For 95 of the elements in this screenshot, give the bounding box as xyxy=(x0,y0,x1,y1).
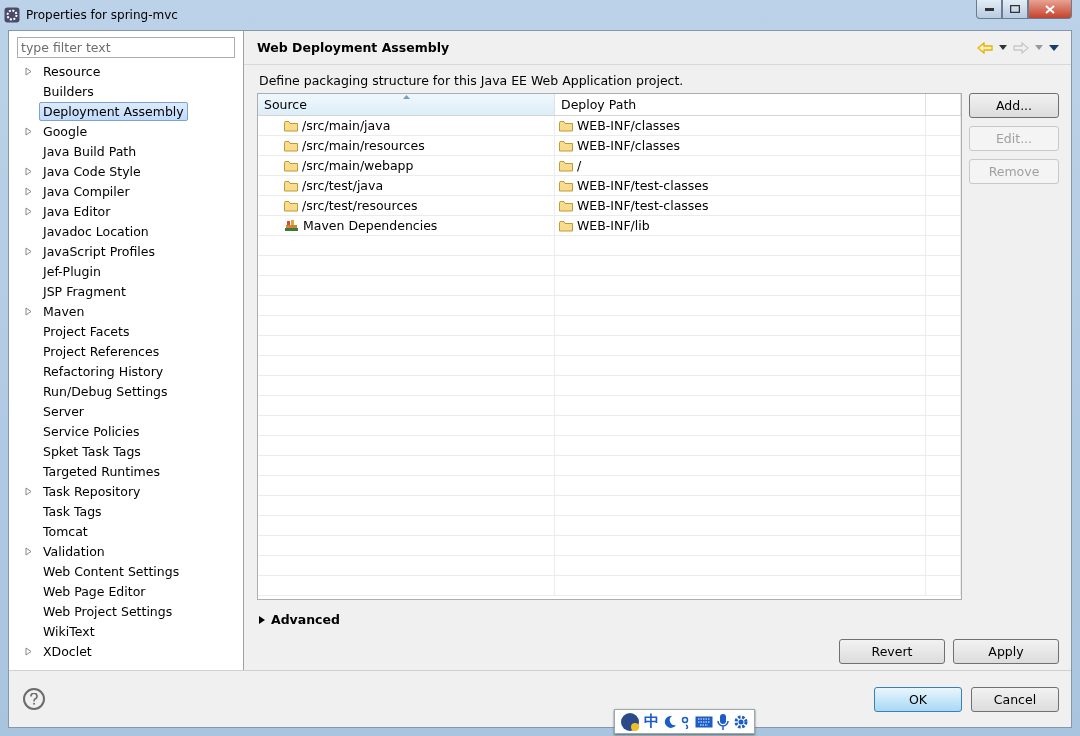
tree-item[interactable]: Service Policies xyxy=(39,421,144,441)
folder-icon xyxy=(559,159,573,172)
deploy-path-cell: WEB-INF/test-classes xyxy=(577,178,709,193)
tree-item[interactable]: Javadoc Location xyxy=(39,221,153,241)
expand-triangle-icon[interactable] xyxy=(24,486,32,496)
expand-triangle-icon[interactable] xyxy=(24,306,32,316)
tree-item[interactable]: Targeted Runtimes xyxy=(39,461,164,481)
column-header[interactable]: Source xyxy=(258,94,555,115)
keyboard-icon[interactable] xyxy=(695,715,713,728)
microphone-icon[interactable] xyxy=(717,713,729,730)
ime-logo-icon[interactable] xyxy=(620,711,640,732)
tree-item[interactable]: Run/Debug Settings xyxy=(39,381,172,401)
expand-triangle-icon xyxy=(259,615,265,624)
page-title: Web Deployment Assembly xyxy=(257,40,450,55)
library-books-icon xyxy=(284,219,299,232)
tree-item[interactable]: Java Build Path xyxy=(39,141,141,161)
menu-caret-icon[interactable] xyxy=(1049,44,1059,51)
source-cell: /src/main/java xyxy=(302,118,391,133)
tree-item[interactable]: XDoclet xyxy=(39,641,96,661)
tree-item[interactable]: Web Page Editor xyxy=(39,581,150,601)
tree-item[interactable]: Validation xyxy=(39,541,109,561)
expand-triangle-icon[interactable] xyxy=(24,546,32,556)
dialog-button[interactable]: Cancel xyxy=(971,686,1059,712)
expand-triangle-icon[interactable] xyxy=(24,206,32,216)
tree-item[interactable]: Project References xyxy=(39,341,164,361)
filter-field[interactable]: type filter text xyxy=(17,37,235,58)
expand-triangle-icon[interactable] xyxy=(24,646,32,656)
folder-icon xyxy=(284,159,298,172)
punctuation-icon[interactable] xyxy=(681,714,691,729)
tree-item[interactable]: Web Content Settings xyxy=(39,561,184,581)
tree-item[interactable]: WikiText xyxy=(39,621,99,641)
tree-item[interactable]: Maven xyxy=(39,301,89,321)
tree-item[interactable]: JavaScript Profiles xyxy=(39,241,159,261)
folder-icon xyxy=(559,139,573,152)
folder-icon xyxy=(559,179,573,192)
folder-icon xyxy=(284,119,298,132)
folder-icon xyxy=(559,199,573,212)
tree-item[interactable]: JSP Fragment xyxy=(39,281,130,301)
minimize-icon xyxy=(984,7,994,11)
window-title: Properties for spring-mvc xyxy=(26,8,178,22)
tree-item[interactable]: Task Tags xyxy=(39,501,106,521)
deploy-path-cell: WEB-INF/lib xyxy=(577,218,650,233)
page-button[interactable]: Revert xyxy=(839,639,945,664)
sort-arrow-icon xyxy=(403,95,410,99)
table-action-button[interactable]: Add... xyxy=(969,93,1059,118)
deploy-path-cell: WEB-INF/classes xyxy=(577,138,680,153)
moon-icon[interactable] xyxy=(663,714,677,729)
folder-icon xyxy=(284,139,298,152)
tree-item[interactable]: Web Project Settings xyxy=(39,601,177,621)
deploy-path-cell: WEB-INF/test-classes xyxy=(577,198,709,213)
source-cell: /src/test/resources xyxy=(302,198,418,213)
maximize-icon xyxy=(1010,5,1020,13)
tree-item[interactable]: Builders xyxy=(39,81,98,101)
expand-triangle-icon[interactable] xyxy=(24,126,32,136)
tree-item[interactable]: Tomcat xyxy=(39,521,92,541)
tree-item[interactable]: Resource xyxy=(39,61,105,81)
source-cell: /src/main/resources xyxy=(302,138,425,153)
maximize-button[interactable] xyxy=(1002,0,1028,19)
source-cell: /src/test/java xyxy=(302,178,384,193)
advanced-toggle[interactable]: Advanced xyxy=(259,612,340,627)
tree-item[interactable]: Google xyxy=(39,121,92,141)
page-button[interactable]: Apply xyxy=(953,639,1059,664)
close-icon xyxy=(1045,4,1055,14)
folder-icon xyxy=(284,179,298,192)
settings-icon[interactable] xyxy=(733,713,749,730)
help-icon[interactable] xyxy=(23,688,45,710)
dialog-button[interactable]: OK xyxy=(874,686,962,712)
tree-item[interactable]: Project Facets xyxy=(39,321,134,341)
ime-mode-toggle[interactable]: 中 xyxy=(644,712,659,731)
tree-item[interactable]: Refactoring History xyxy=(39,361,168,381)
tree-item[interactable]: Task Repository xyxy=(39,481,145,501)
expand-triangle-icon[interactable] xyxy=(24,186,32,196)
deploy-path-cell: / xyxy=(577,158,582,173)
dropdown-caret-icon[interactable] xyxy=(999,45,1007,50)
app-gear-icon xyxy=(4,7,20,23)
tree-item[interactable]: Java Editor xyxy=(39,201,115,221)
deploy-path-cell: WEB-INF/classes xyxy=(577,118,680,133)
tree-item[interactable]: Jef-Plugin xyxy=(39,261,105,281)
expand-triangle-icon[interactable] xyxy=(24,66,32,76)
description-text: Define packaging structure for this Java EE Web Application project. xyxy=(259,73,685,88)
minimize-button[interactable] xyxy=(976,0,1002,19)
folder-icon xyxy=(284,199,298,212)
folder-icon xyxy=(559,119,573,132)
close-button[interactable] xyxy=(1028,0,1072,19)
tree-item[interactable]: Spket Task Tags xyxy=(39,441,145,461)
tree-item[interactable]: Java Code Style xyxy=(39,161,145,181)
expand-triangle-icon[interactable] xyxy=(24,166,32,176)
tree-item[interactable]: Java Compiler xyxy=(39,181,134,201)
source-cell: Maven Dependencies xyxy=(303,218,438,233)
expand-triangle-icon[interactable] xyxy=(24,246,32,256)
back-arrow-icon[interactable] xyxy=(977,41,993,54)
folder-icon xyxy=(559,219,573,232)
tree-item[interactable]: Deployment Assembly xyxy=(39,101,188,121)
tree-item[interactable]: Server xyxy=(39,401,88,421)
source-cell: /src/main/webapp xyxy=(302,158,414,173)
